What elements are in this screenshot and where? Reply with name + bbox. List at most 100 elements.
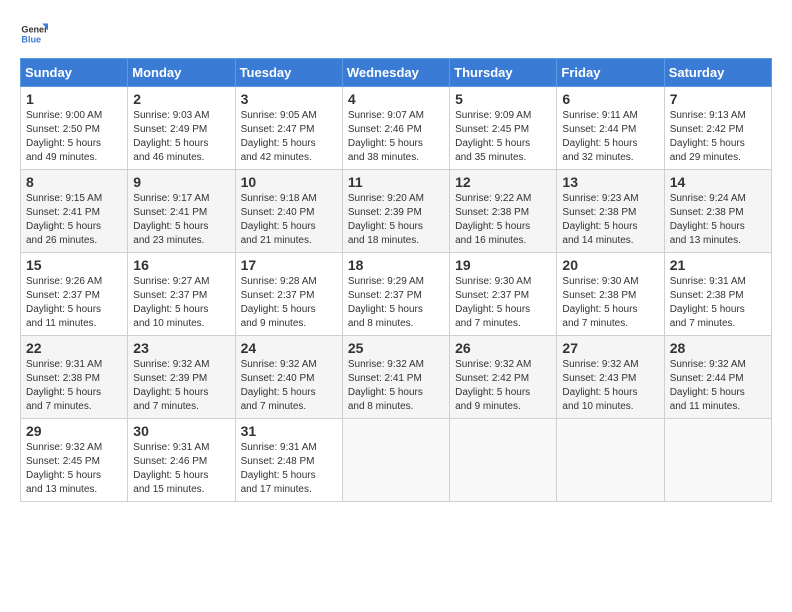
cell-content: Sunrise: 9:30 AMSunset: 2:37 PMDaylight:… xyxy=(455,276,531,329)
calendar-week-3: 15 Sunrise: 9:26 AMSunset: 2:37 PMDaylig… xyxy=(21,253,772,336)
cell-content: Sunrise: 9:17 AMSunset: 2:41 PMDaylight:… xyxy=(133,193,209,246)
header-wednesday: Wednesday xyxy=(342,59,449,87)
cell-content: Sunrise: 9:23 AMSunset: 2:38 PMDaylight:… xyxy=(562,193,638,246)
cell-content: Sunrise: 9:32 AMSunset: 2:40 PMDaylight:… xyxy=(241,359,317,412)
calendar-cell: 24 Sunrise: 9:32 AMSunset: 2:40 PMDaylig… xyxy=(235,336,342,419)
header-thursday: Thursday xyxy=(450,59,557,87)
cell-content: Sunrise: 9:22 AMSunset: 2:38 PMDaylight:… xyxy=(455,193,531,246)
day-number: 5 xyxy=(455,91,551,107)
cell-content: Sunrise: 9:31 AMSunset: 2:48 PMDaylight:… xyxy=(241,442,317,495)
calendar-cell: 18 Sunrise: 9:29 AMSunset: 2:37 PMDaylig… xyxy=(342,253,449,336)
day-number: 17 xyxy=(241,257,337,273)
calendar-cell xyxy=(450,419,557,502)
calendar-cell: 13 Sunrise: 9:23 AMSunset: 2:38 PMDaylig… xyxy=(557,170,664,253)
day-number: 28 xyxy=(670,340,766,356)
day-number: 22 xyxy=(26,340,122,356)
cell-content: Sunrise: 9:31 AMSunset: 2:38 PMDaylight:… xyxy=(26,359,102,412)
day-number: 14 xyxy=(670,174,766,190)
day-number: 16 xyxy=(133,257,229,273)
calendar-cell: 17 Sunrise: 9:28 AMSunset: 2:37 PMDaylig… xyxy=(235,253,342,336)
calendar-cell: 30 Sunrise: 9:31 AMSunset: 2:46 PMDaylig… xyxy=(128,419,235,502)
cell-content: Sunrise: 9:32 AMSunset: 2:42 PMDaylight:… xyxy=(455,359,531,412)
cell-content: Sunrise: 9:31 AMSunset: 2:38 PMDaylight:… xyxy=(670,276,746,329)
calendar-week-5: 29 Sunrise: 9:32 AMSunset: 2:45 PMDaylig… xyxy=(21,419,772,502)
calendar-cell: 19 Sunrise: 9:30 AMSunset: 2:37 PMDaylig… xyxy=(450,253,557,336)
calendar-cell: 25 Sunrise: 9:32 AMSunset: 2:41 PMDaylig… xyxy=(342,336,449,419)
calendar-week-2: 8 Sunrise: 9:15 AMSunset: 2:41 PMDayligh… xyxy=(21,170,772,253)
day-number: 11 xyxy=(348,174,444,190)
calendar-cell: 31 Sunrise: 9:31 AMSunset: 2:48 PMDaylig… xyxy=(235,419,342,502)
calendar-cell: 3 Sunrise: 9:05 AMSunset: 2:47 PMDayligh… xyxy=(235,87,342,170)
calendar-cell: 9 Sunrise: 9:17 AMSunset: 2:41 PMDayligh… xyxy=(128,170,235,253)
cell-content: Sunrise: 9:32 AMSunset: 2:44 PMDaylight:… xyxy=(670,359,746,412)
calendar-cell: 14 Sunrise: 9:24 AMSunset: 2:38 PMDaylig… xyxy=(664,170,771,253)
calendar-cell: 16 Sunrise: 9:27 AMSunset: 2:37 PMDaylig… xyxy=(128,253,235,336)
cell-content: Sunrise: 9:32 AMSunset: 2:41 PMDaylight:… xyxy=(348,359,424,412)
cell-content: Sunrise: 9:30 AMSunset: 2:38 PMDaylight:… xyxy=(562,276,638,329)
day-number: 30 xyxy=(133,423,229,439)
calendar-week-4: 22 Sunrise: 9:31 AMSunset: 2:38 PMDaylig… xyxy=(21,336,772,419)
day-number: 12 xyxy=(455,174,551,190)
cell-content: Sunrise: 9:11 AMSunset: 2:44 PMDaylight:… xyxy=(562,110,637,163)
calendar-cell: 28 Sunrise: 9:32 AMSunset: 2:44 PMDaylig… xyxy=(664,336,771,419)
cell-content: Sunrise: 9:28 AMSunset: 2:37 PMDaylight:… xyxy=(241,276,317,329)
calendar-cell: 4 Sunrise: 9:07 AMSunset: 2:46 PMDayligh… xyxy=(342,87,449,170)
cell-content: Sunrise: 9:27 AMSunset: 2:37 PMDaylight:… xyxy=(133,276,209,329)
day-number: 13 xyxy=(562,174,658,190)
cell-content: Sunrise: 9:20 AMSunset: 2:39 PMDaylight:… xyxy=(348,193,424,246)
cell-content: Sunrise: 9:24 AMSunset: 2:38 PMDaylight:… xyxy=(670,193,746,246)
header-monday: Monday xyxy=(128,59,235,87)
cell-content: Sunrise: 9:29 AMSunset: 2:37 PMDaylight:… xyxy=(348,276,424,329)
calendar-cell: 11 Sunrise: 9:20 AMSunset: 2:39 PMDaylig… xyxy=(342,170,449,253)
day-number: 6 xyxy=(562,91,658,107)
calendar-cell: 29 Sunrise: 9:32 AMSunset: 2:45 PMDaylig… xyxy=(21,419,128,502)
cell-content: Sunrise: 9:31 AMSunset: 2:46 PMDaylight:… xyxy=(133,442,209,495)
logo: General Blue xyxy=(20,20,48,48)
cell-content: Sunrise: 9:32 AMSunset: 2:39 PMDaylight:… xyxy=(133,359,209,412)
day-number: 7 xyxy=(670,91,766,107)
calendar-header-row: SundayMondayTuesdayWednesdayThursdayFrid… xyxy=(21,59,772,87)
calendar-cell: 7 Sunrise: 9:13 AMSunset: 2:42 PMDayligh… xyxy=(664,87,771,170)
day-number: 24 xyxy=(241,340,337,356)
day-number: 1 xyxy=(26,91,122,107)
day-number: 25 xyxy=(348,340,444,356)
calendar-cell: 26 Sunrise: 9:32 AMSunset: 2:42 PMDaylig… xyxy=(450,336,557,419)
cell-content: Sunrise: 9:26 AMSunset: 2:37 PMDaylight:… xyxy=(26,276,102,329)
calendar-week-1: 1 Sunrise: 9:00 AMSunset: 2:50 PMDayligh… xyxy=(21,87,772,170)
calendar-cell: 27 Sunrise: 9:32 AMSunset: 2:43 PMDaylig… xyxy=(557,336,664,419)
day-number: 2 xyxy=(133,91,229,107)
cell-content: Sunrise: 9:05 AMSunset: 2:47 PMDaylight:… xyxy=(241,110,317,163)
day-number: 19 xyxy=(455,257,551,273)
day-number: 8 xyxy=(26,174,122,190)
day-number: 3 xyxy=(241,91,337,107)
day-number: 9 xyxy=(133,174,229,190)
cell-content: Sunrise: 9:03 AMSunset: 2:49 PMDaylight:… xyxy=(133,110,209,163)
day-number: 29 xyxy=(26,423,122,439)
day-number: 21 xyxy=(670,257,766,273)
calendar-cell xyxy=(557,419,664,502)
calendar-table: SundayMondayTuesdayWednesdayThursdayFrid… xyxy=(20,58,772,502)
day-number: 15 xyxy=(26,257,122,273)
calendar-cell xyxy=(664,419,771,502)
day-number: 18 xyxy=(348,257,444,273)
header-tuesday: Tuesday xyxy=(235,59,342,87)
svg-text:General: General xyxy=(21,25,48,35)
calendar-cell: 15 Sunrise: 9:26 AMSunset: 2:37 PMDaylig… xyxy=(21,253,128,336)
calendar-cell: 20 Sunrise: 9:30 AMSunset: 2:38 PMDaylig… xyxy=(557,253,664,336)
day-number: 10 xyxy=(241,174,337,190)
day-number: 4 xyxy=(348,91,444,107)
day-number: 27 xyxy=(562,340,658,356)
day-number: 23 xyxy=(133,340,229,356)
calendar-cell xyxy=(342,419,449,502)
calendar-cell: 21 Sunrise: 9:31 AMSunset: 2:38 PMDaylig… xyxy=(664,253,771,336)
cell-content: Sunrise: 9:32 AMSunset: 2:43 PMDaylight:… xyxy=(562,359,638,412)
cell-content: Sunrise: 9:09 AMSunset: 2:45 PMDaylight:… xyxy=(455,110,531,163)
calendar-cell: 12 Sunrise: 9:22 AMSunset: 2:38 PMDaylig… xyxy=(450,170,557,253)
calendar-cell: 23 Sunrise: 9:32 AMSunset: 2:39 PMDaylig… xyxy=(128,336,235,419)
svg-text:Blue: Blue xyxy=(21,34,41,44)
cell-content: Sunrise: 9:13 AMSunset: 2:42 PMDaylight:… xyxy=(670,110,746,163)
header-friday: Friday xyxy=(557,59,664,87)
day-number: 20 xyxy=(562,257,658,273)
day-number: 26 xyxy=(455,340,551,356)
logo-icon: General Blue xyxy=(20,20,48,48)
